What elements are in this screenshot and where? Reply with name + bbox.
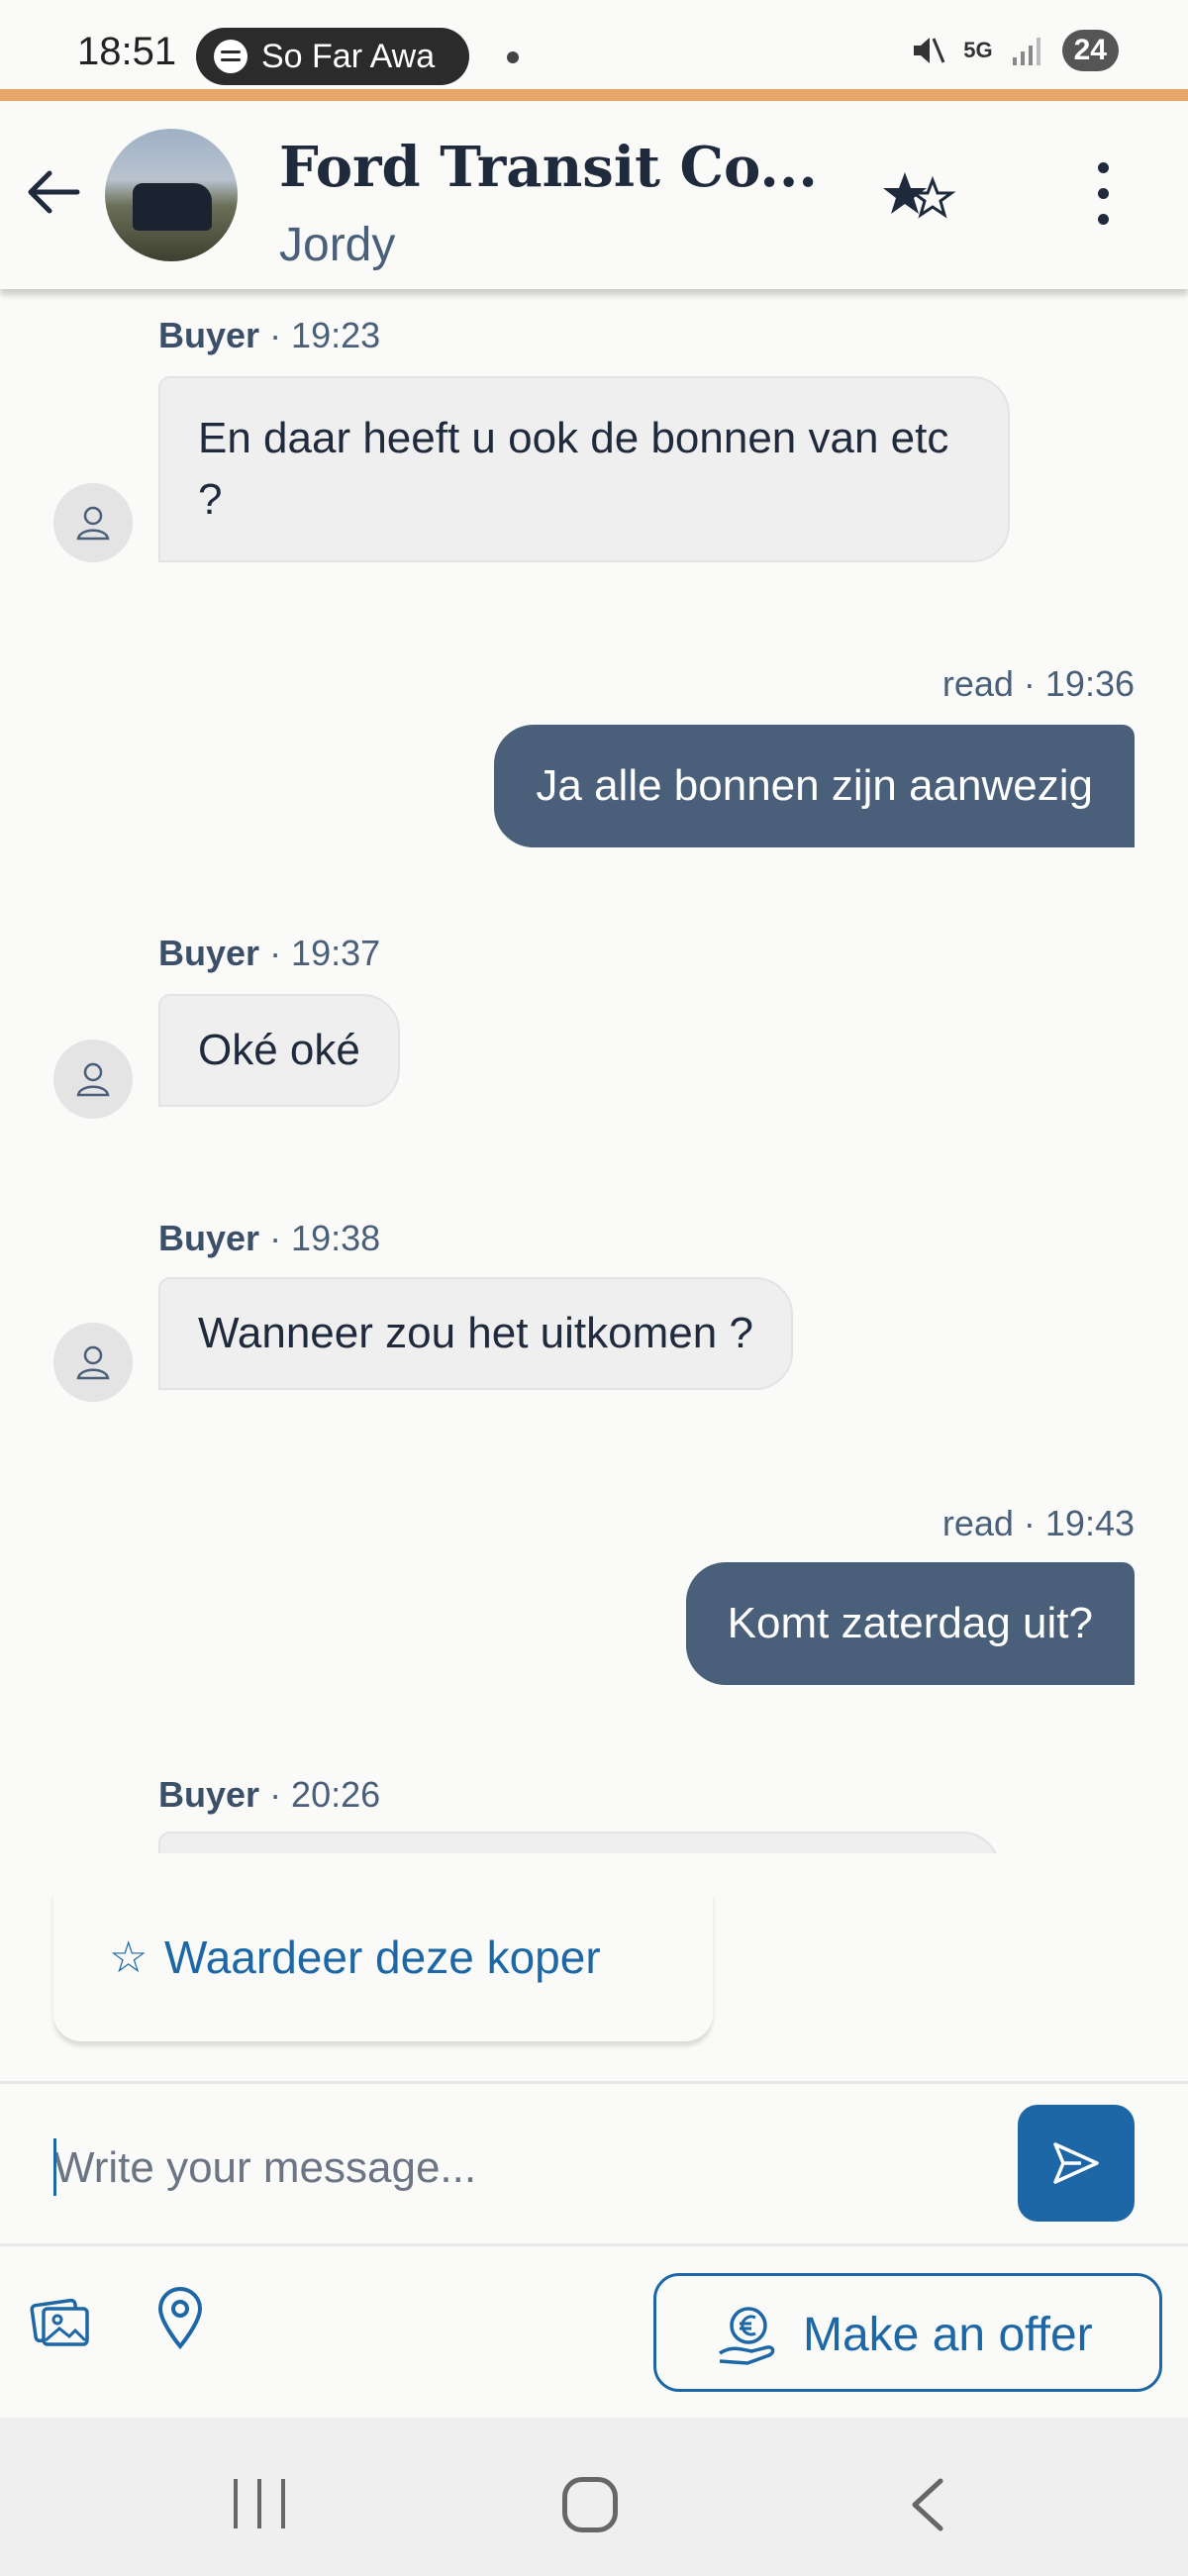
more-options-icon[interactable] (1083, 162, 1123, 232)
listing-title[interactable]: Ford Transit Co... (279, 135, 818, 200)
van-image (133, 183, 212, 231)
incoming-message[interactable]: Wanneer zou het uitkomen ? (158, 1277, 793, 1390)
network-label: 5G (963, 38, 993, 62)
home-icon[interactable] (562, 2477, 618, 2532)
location-pin-icon[interactable] (154, 2287, 206, 2350)
media-pill[interactable]: So Far Awa (196, 28, 469, 85)
outgoing-message[interactable]: Ja alle bonnen zijn aanwezig (494, 725, 1135, 847)
spotify-icon (214, 40, 248, 73)
buyer-avatar (53, 1040, 133, 1119)
message-time: · 19:38 (269, 1218, 381, 1258)
mute-icon (914, 38, 945, 63)
notification-dot (507, 51, 519, 63)
euro-hand-icon (719, 2307, 775, 2365)
message-meta: Buyer · 20:26 (158, 1774, 380, 1816)
divider (0, 2243, 1188, 2246)
message-time: · 20:26 (269, 1774, 381, 1815)
divider (0, 2081, 1188, 2084)
sender-label: Buyer (158, 1218, 260, 1258)
user-icon (76, 1062, 110, 1097)
status-accent-line (0, 89, 1188, 101)
message-time: · 19:36 (1023, 663, 1135, 704)
message-input[interactable] (53, 2129, 984, 2208)
buyer-avatar (53, 1323, 133, 1402)
rate-star-icon[interactable] (883, 166, 960, 230)
status-bar: 18:51 So Far Awa 5G 24 (0, 0, 1188, 89)
outgoing-message[interactable]: Komt zaterdag uit? (685, 1562, 1135, 1685)
contact-name: Jordy (279, 219, 396, 271)
text-caret (53, 2138, 56, 2196)
message-time: · 19:37 (269, 933, 381, 973)
conversation-header: Ford Transit Co... Jordy (0, 101, 1188, 289)
incoming-message[interactable]: Oké oké (158, 994, 400, 1107)
message-meta: read · 19:43 (942, 1503, 1135, 1544)
message-meta: read · 19:36 (942, 663, 1135, 705)
message-input-wrapper (53, 2129, 984, 2208)
recent-apps-icon[interactable] (232, 2479, 287, 2528)
user-icon (76, 506, 110, 541)
read-status: read (941, 663, 1014, 704)
message-meta: Buyer · 19:23 (158, 315, 380, 356)
sender-label: Buyer (158, 933, 260, 973)
star-outline-icon: ☆ (109, 1933, 148, 1982)
rate-buyer-label: Waardeer deze koper (164, 1932, 601, 1983)
message-time: · 19:43 (1023, 1503, 1135, 1543)
photo-gallery-icon[interactable] (30, 2293, 91, 2348)
make-offer-button[interactable]: Make an offer (653, 2273, 1162, 2392)
message-meta: Buyer · 19:37 (158, 933, 380, 974)
system-nav-bar (0, 2418, 1188, 2576)
rate-buyer-button[interactable]: ☆ Waardeer deze koper (53, 1893, 713, 2041)
incoming-message[interactable] (158, 1832, 1000, 1853)
message-list[interactable]: Buyer · 19:23 En daar heeft u ook de bon… (0, 289, 1188, 1853)
sender-label: Buyer (158, 315, 260, 355)
user-icon (76, 1345, 110, 1380)
sender-label: Buyer (158, 1774, 260, 1815)
send-button[interactable] (1018, 2105, 1135, 2222)
message-meta: Buyer · 19:38 (158, 1218, 380, 1259)
buyer-avatar (53, 483, 133, 562)
send-icon (1053, 2142, 1099, 2184)
status-time: 18:51 (77, 30, 177, 73)
status-icons: 5G 24 (910, 30, 1119, 71)
nav-back-icon[interactable] (903, 2475, 952, 2534)
listing-photo[interactable] (105, 129, 238, 261)
back-arrow-icon[interactable] (22, 160, 85, 224)
media-label: So Far Awa (261, 37, 436, 75)
battery-badge: 24 (1061, 30, 1119, 71)
message-time: · 19:23 (269, 315, 381, 355)
incoming-message[interactable]: En daar heeft u ook de bonnen van etc ? (158, 376, 1010, 562)
signal-icon (1012, 38, 1040, 65)
make-offer-label: Make an offer (803, 2309, 1093, 2361)
read-status: read (941, 1503, 1014, 1543)
